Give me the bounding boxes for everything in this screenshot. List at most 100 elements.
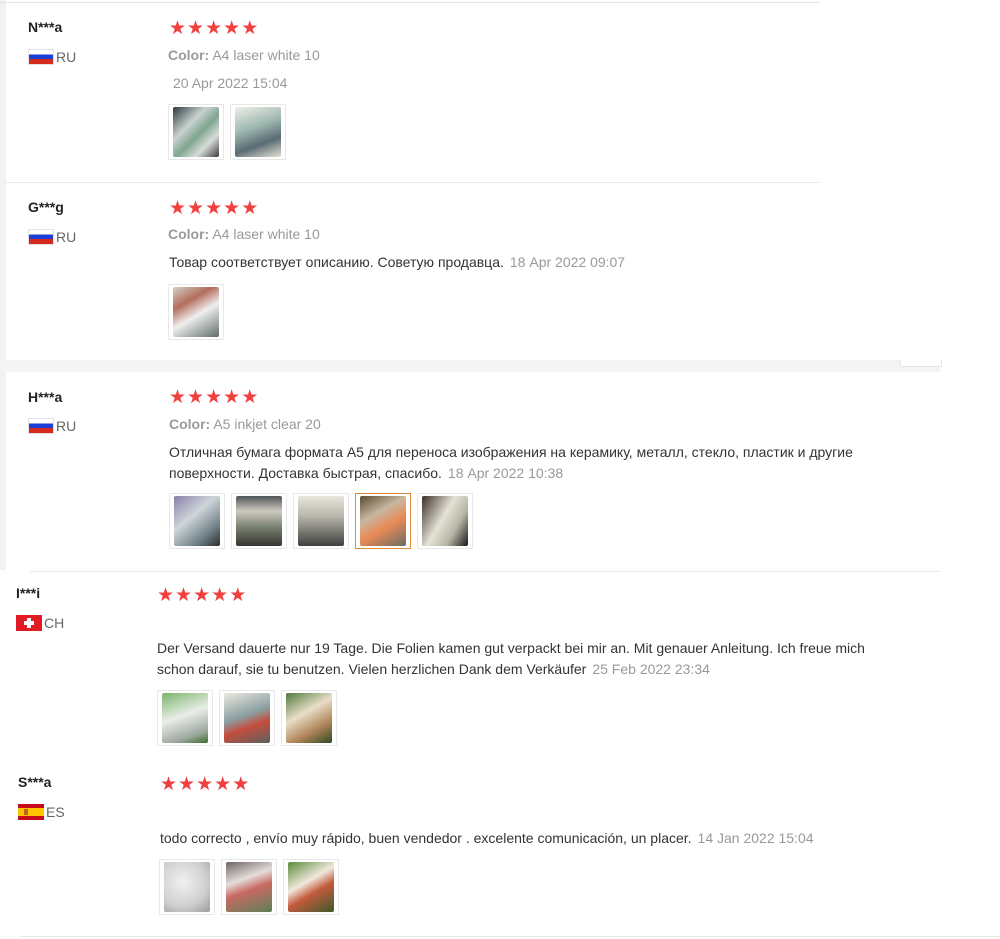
review-body-line: поверхности. Доставка быстрая, спасибо. [169,465,442,481]
flag-ch-icon [16,615,42,631]
star-icon: ★ [205,197,223,219]
star-icon: ★ [241,386,259,408]
divider [6,182,820,183]
star-icon: ★ [187,386,205,408]
review-date: 14 Jan 2022 15:04 [697,830,814,846]
reviewer-name: S***a [18,774,52,790]
review-text: Der Versand dauerte nur 19 Tage. Die Fol… [157,638,957,680]
photo-image [286,693,332,743]
flag-ru-icon [28,229,54,245]
review-photo-thumb[interactable] [157,690,213,746]
country-code: RU [56,229,77,245]
review-photos [159,859,339,915]
attribute-label: Color: [168,47,210,63]
photo-image [235,107,281,157]
review-body: Товар соответствует описанию. Советую пр… [169,254,504,270]
photo-image [173,107,219,157]
flag-ru-icon [28,418,54,434]
star-icon: ★ [232,773,250,795]
star-icon: ★ [160,773,178,795]
star-rating: ★ ★ ★ ★ ★ [169,19,258,38]
review-photo-thumb[interactable] [293,493,349,549]
star-icon: ★ [205,386,223,408]
star-icon: ★ [187,197,205,219]
photo-image [298,496,344,546]
divider [30,571,940,572]
star-icon: ★ [157,584,175,606]
star-icon: ★ [223,17,241,39]
review-photo-thumb[interactable] [159,859,215,915]
review-photo-thumb[interactable] [231,493,287,549]
flag-es-icon [18,804,44,820]
star-icon: ★ [205,17,223,39]
review-photos [157,690,337,746]
reviewer-name: H***a [28,389,63,405]
star-icon: ★ [187,17,205,39]
review-photo-thumb[interactable] [283,859,339,915]
review-date: 20 Apr 2022 15:04 [173,75,288,91]
review-date: 18 Apr 2022 09:07 [509,254,626,270]
review-text: todo correcto , envío muy rápido, buen v… [160,828,940,849]
photo-image [288,862,334,912]
attribute-label: Color: [169,416,211,432]
review-body-line: schon darauf, sie tu benutzen. Vielen he… [157,661,587,677]
country-code: RU [56,49,77,65]
review-photo-thumb[interactable] [168,284,224,340]
photo-image [173,287,219,337]
star-icon: ★ [223,197,241,219]
review-photo-thumb[interactable] [219,690,275,746]
photo-image [360,496,406,546]
photo-image [164,862,210,912]
country-code: ES [46,804,65,820]
reviewer-name: I***i [16,585,41,601]
review-photo-thumb-selected[interactable] [355,493,411,549]
attribute-label: Color: [168,226,210,242]
photo-image [174,496,220,546]
reviewer-country: RU [28,49,76,65]
country-code: RU [56,418,77,434]
review-photos [169,493,473,549]
product-attribute: Color: A5 inkjet clear 20 [169,416,321,432]
attribute-value: A5 inkjet clear 20 [213,416,321,432]
review-text: Отличная бумага формата А5 для переноса … [169,442,929,484]
attribute-value: A4 laser white 10 [212,47,320,63]
divider [20,936,1000,937]
review-body-line: Der Versand dauerte nur 19 Tage. Die Fol… [157,640,865,656]
review-photos [168,284,224,340]
review-photo-thumb[interactable] [230,104,286,160]
star-icon: ★ [175,584,193,606]
star-icon: ★ [169,197,187,219]
star-rating: ★ ★ ★ ★ ★ [160,775,249,794]
attribute-value: A4 laser white 10 [212,226,320,242]
reviews-fragment-1 [0,0,940,360]
star-icon: ★ [241,197,259,219]
star-icon: ★ [193,584,211,606]
review-photos [168,104,286,160]
star-icon: ★ [178,773,196,795]
review-photo-thumb[interactable] [169,493,225,549]
photo-image [236,496,282,546]
review-date: 18 Apr 2022 10:38 [447,465,564,481]
star-icon: ★ [214,773,232,795]
star-rating: ★ ★ ★ ★ ★ [169,199,258,218]
photo-image [224,693,270,743]
reviewer-country: RU [28,229,76,245]
reviewer-country: ES [18,804,65,820]
fragment-gap [0,360,940,372]
star-icon: ★ [223,386,241,408]
star-icon: ★ [229,584,247,606]
review-photo-thumb[interactable] [417,493,473,549]
review-photo-thumb[interactable] [221,859,277,915]
review-photo-thumb[interactable] [168,104,224,160]
photo-image [226,862,272,912]
product-attribute: Color: A4 laser white 10 [168,47,320,63]
star-icon: ★ [241,17,259,39]
product-attribute: Color: A4 laser white 10 [168,226,320,242]
review-photo-thumb[interactable] [281,690,337,746]
star-icon: ★ [196,773,214,795]
star-icon: ★ [169,386,187,408]
photo-image [422,496,468,546]
star-icon: ★ [211,584,229,606]
review-date: 25 Feb 2022 23:34 [592,661,710,677]
divider [0,2,820,3]
